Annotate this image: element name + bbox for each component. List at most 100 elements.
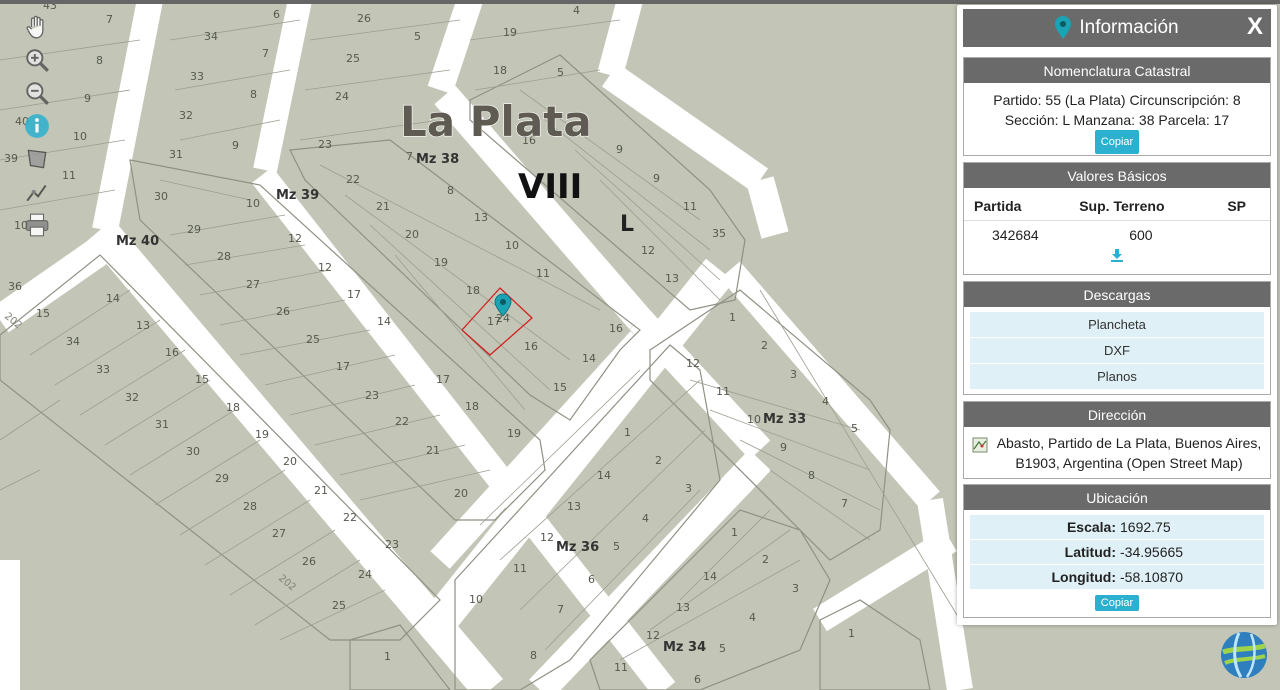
location-pin-icon xyxy=(1055,16,1072,39)
parcel-number: 12 xyxy=(641,244,655,257)
parcel-number: 9 xyxy=(780,441,787,454)
top-border xyxy=(0,0,1280,4)
latitud-value: -34.95665 xyxy=(1120,544,1184,560)
parcel-number: 23 xyxy=(365,389,379,402)
parcel-number: 18 xyxy=(493,64,507,77)
globe-logo-icon[interactable] xyxy=(1219,630,1269,680)
download-planos-link[interactable]: Planos xyxy=(970,364,1264,390)
parcel-number: 4 xyxy=(822,395,829,408)
parcel-number: 31 xyxy=(155,418,169,431)
direccion-section: Dirección Abasto, Partido de La Plata, B… xyxy=(963,401,1271,479)
parcel-number: 1 xyxy=(848,627,855,640)
parcel-number: 23 xyxy=(385,538,399,551)
cell-sup-terreno: 600 xyxy=(1129,227,1153,243)
selected-parcel-number: 17 xyxy=(487,315,501,328)
parcel-number: 27 xyxy=(246,278,260,291)
parcel-number: 10 xyxy=(73,130,87,143)
nomenclatura-title: Nomenclatura Catastral xyxy=(964,58,1270,83)
cell-partida: 342684 xyxy=(992,227,1039,243)
direccion-title: Dirección xyxy=(964,402,1270,427)
hand-icon[interactable] xyxy=(20,12,54,42)
parcel-number: 23 xyxy=(318,138,332,151)
measure-icon[interactable] xyxy=(20,144,54,174)
parcel-number: 34 xyxy=(204,30,218,43)
parcel-number: 19 xyxy=(503,26,517,39)
parcel-number: 18 xyxy=(466,284,480,297)
parcel-number: 21 xyxy=(314,484,328,497)
parcel-number: 28 xyxy=(243,500,257,513)
parcel-number: 33 xyxy=(96,363,110,376)
parcel-number: 21 xyxy=(376,200,390,213)
parcel-number: 14 xyxy=(106,292,120,305)
parcel-number: 15 xyxy=(553,381,567,394)
parcel-number: 6 xyxy=(273,8,280,21)
parcel-number: 9 xyxy=(84,92,91,105)
parcel-number: 12 xyxy=(686,357,700,370)
parcel-number: 4 xyxy=(573,4,580,17)
parcel-number: 11 xyxy=(716,385,730,398)
parcel-number: 19 xyxy=(434,256,448,269)
parcel-number: 19 xyxy=(255,428,269,441)
copy-nomenclatura-button[interactable]: Copiar xyxy=(1094,130,1140,154)
escala-row: Escala: 1692.75 xyxy=(970,515,1264,540)
download-plancheta-link[interactable]: Plancheta xyxy=(970,312,1264,338)
copy-ubicacion-button[interactable]: Copiar xyxy=(1094,595,1140,611)
parcel-number: 8 xyxy=(808,469,815,482)
parcel-number: 15 xyxy=(36,307,50,320)
parcel-number: 22 xyxy=(346,173,360,186)
parcel-number: 15 xyxy=(195,373,209,386)
manzana-label: Mz 34 xyxy=(663,640,706,655)
parcel-number: 29 xyxy=(215,472,229,485)
parcel-number: 3 xyxy=(790,368,797,381)
download-icon[interactable] xyxy=(1110,248,1124,262)
parcel-number: 16 xyxy=(609,322,623,335)
valores-section: Valores Básicos Partida Sup. Terreno SP … xyxy=(963,162,1271,275)
valores-title: Valores Básicos xyxy=(964,163,1270,188)
info-panel: Información X Nomenclatura Catastral Par… xyxy=(957,5,1277,625)
parcel-number: 12 xyxy=(288,232,302,245)
parcel-number: 10 xyxy=(747,413,761,426)
longitud-row: Longitud: -58.10870 xyxy=(970,565,1264,590)
escala-value: 1692.75 xyxy=(1120,519,1171,535)
parcel-number: 26 xyxy=(276,305,290,318)
ubicacion-section: Ubicación Escala: 1692.75 Latitud: -34.9… xyxy=(963,484,1271,618)
manzana-label: Mz 33 xyxy=(763,412,806,427)
zoom-out-icon[interactable] xyxy=(20,78,54,108)
parcel-number: 1 xyxy=(624,426,631,439)
descargas-title: Descargas xyxy=(964,282,1270,307)
parcel-number: 2 xyxy=(762,553,769,566)
parcel-number: 5 xyxy=(719,642,726,655)
parcel-number: 7 xyxy=(262,47,269,60)
latitud-row: Latitud: -34.95665 xyxy=(970,540,1264,565)
parcel-number: 32 xyxy=(179,109,193,122)
parcel-number: 9 xyxy=(653,172,660,185)
parcel-number: 31 xyxy=(169,148,183,161)
descargas-section: Descargas Plancheta DXF Planos xyxy=(963,281,1271,395)
download-dxf-link[interactable]: DXF xyxy=(970,338,1264,364)
parcel-number: 8 xyxy=(96,54,103,67)
escala-label: Escala: xyxy=(1066,519,1116,535)
parcel-number: 8 xyxy=(250,88,257,101)
parcel-number: 27 xyxy=(272,527,286,540)
parcel-number: 13 xyxy=(567,500,581,513)
info-icon[interactable] xyxy=(20,111,54,141)
parcel-number: 1 xyxy=(384,650,391,663)
parcel-number: 11 xyxy=(614,661,628,674)
zoom-in-icon[interactable] xyxy=(20,45,54,75)
parcel-number: 13 xyxy=(676,601,690,614)
parcel-number: 14 xyxy=(703,570,717,583)
parcel-number: 25 xyxy=(332,599,346,612)
parcel-number: 8 xyxy=(447,184,454,197)
parcel-number: 7 xyxy=(557,603,564,616)
parcel-number: 2 xyxy=(761,339,768,352)
header-sp: SP xyxy=(1201,188,1270,221)
print-icon[interactable] xyxy=(20,210,54,240)
parcel-number: 16 xyxy=(524,340,538,353)
draw-icon[interactable] xyxy=(20,177,54,207)
circunscripcion-label: VIII xyxy=(518,167,582,207)
longitud-value: -58.10870 xyxy=(1120,569,1184,585)
close-button[interactable]: X xyxy=(1247,13,1263,41)
parcel-number: 9 xyxy=(616,143,623,156)
manzana-label: Mz 40 xyxy=(116,234,159,249)
parcel-number: 10 xyxy=(246,197,260,210)
